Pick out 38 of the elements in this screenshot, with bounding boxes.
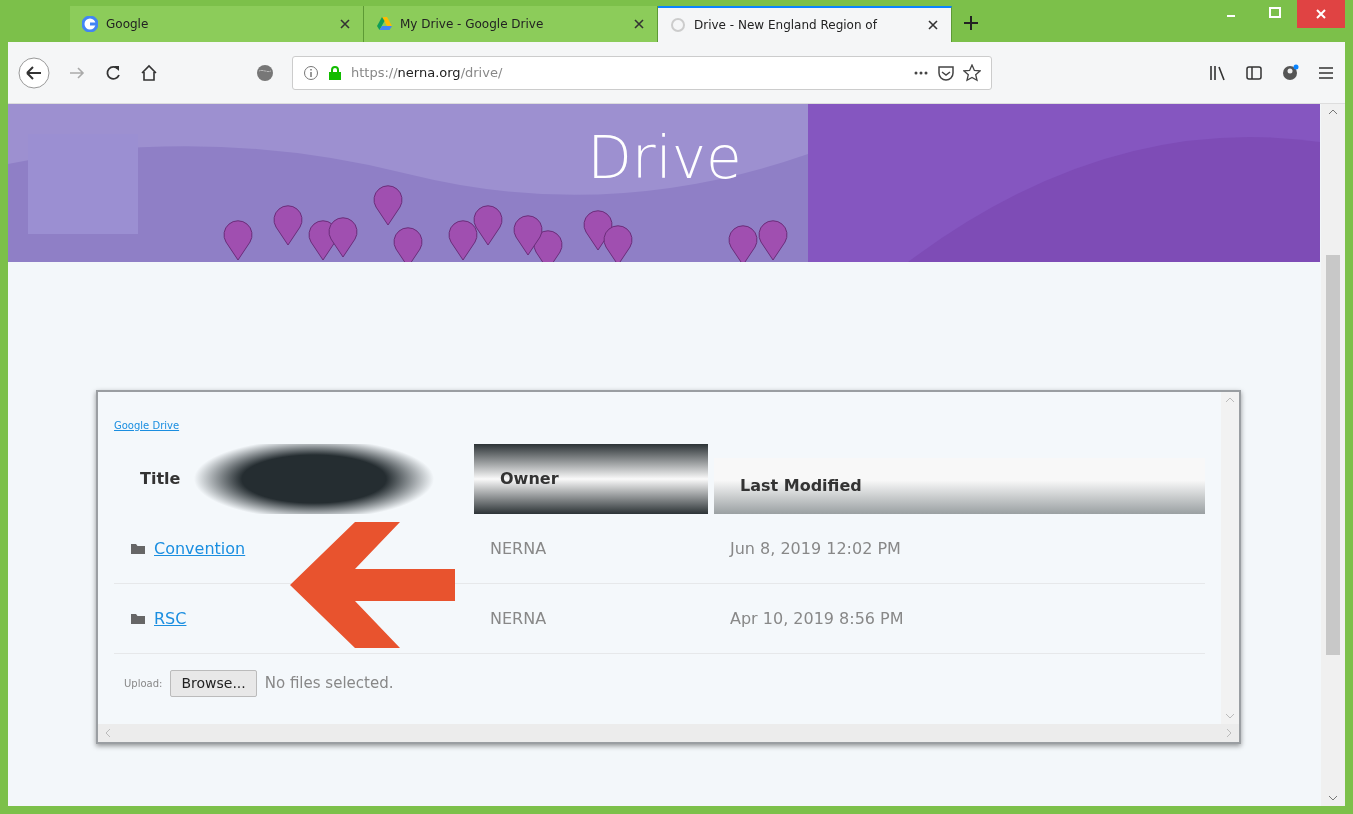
new-tab-icon[interactable] — [962, 14, 980, 32]
column-header[interactable]: Last Modified — [714, 458, 1205, 514]
close-icon[interactable] — [927, 19, 939, 31]
browser-tab[interactable]: My Drive - Google Drive — [364, 6, 658, 42]
sidebar-icon[interactable] — [1245, 63, 1263, 82]
home-icon[interactable] — [140, 63, 158, 82]
url-text: https://nerna.org/drive/ — [351, 63, 504, 82]
google-icon — [82, 16, 98, 32]
table-cell: NERNA — [474, 514, 714, 584]
reload-icon[interactable] — [104, 63, 122, 82]
table-cell: NERNA — [474, 584, 714, 654]
upload-status: No files selected. — [264, 673, 394, 695]
lock-icon — [327, 64, 343, 81]
scroll-down-icon[interactable] — [1328, 794, 1338, 802]
table-cell: Jun 8, 2019 12:02 PM — [714, 514, 1205, 584]
close-icon[interactable] — [633, 18, 645, 30]
close-icon[interactable] — [339, 18, 351, 30]
upload-label: Upload: — [124, 677, 163, 691]
page-title: Drive — [587, 124, 742, 194]
browser-tab[interactable]: Drive - New England Region of — [658, 6, 952, 42]
address-field[interactable]: https://nerna.org/drive/ — [292, 55, 992, 90]
globe-icon[interactable] — [256, 63, 274, 82]
info-icon[interactable] — [303, 64, 319, 81]
pocket-icon[interactable] — [937, 63, 955, 82]
loading-icon — [670, 17, 686, 33]
browser-tab[interactable]: Google — [70, 6, 364, 42]
account-icon[interactable] — [1281, 63, 1299, 82]
drive-icon — [376, 16, 392, 32]
table-cell: Apr 10, 2019 8:56 PM — [714, 584, 1205, 654]
back-icon[interactable] — [18, 56, 50, 89]
scroll-up-icon[interactable] — [1328, 108, 1338, 116]
scrollbar[interactable] — [1321, 104, 1345, 806]
scroll-thumb[interactable] — [1326, 255, 1340, 655]
browse-button[interactable]: Browse... — [170, 670, 257, 697]
close-window-icon[interactable] — [1297, 0, 1345, 28]
star-icon[interactable] — [963, 63, 981, 82]
library-icon[interactable] — [1209, 63, 1227, 82]
column-header[interactable]: Owner — [474, 444, 708, 514]
